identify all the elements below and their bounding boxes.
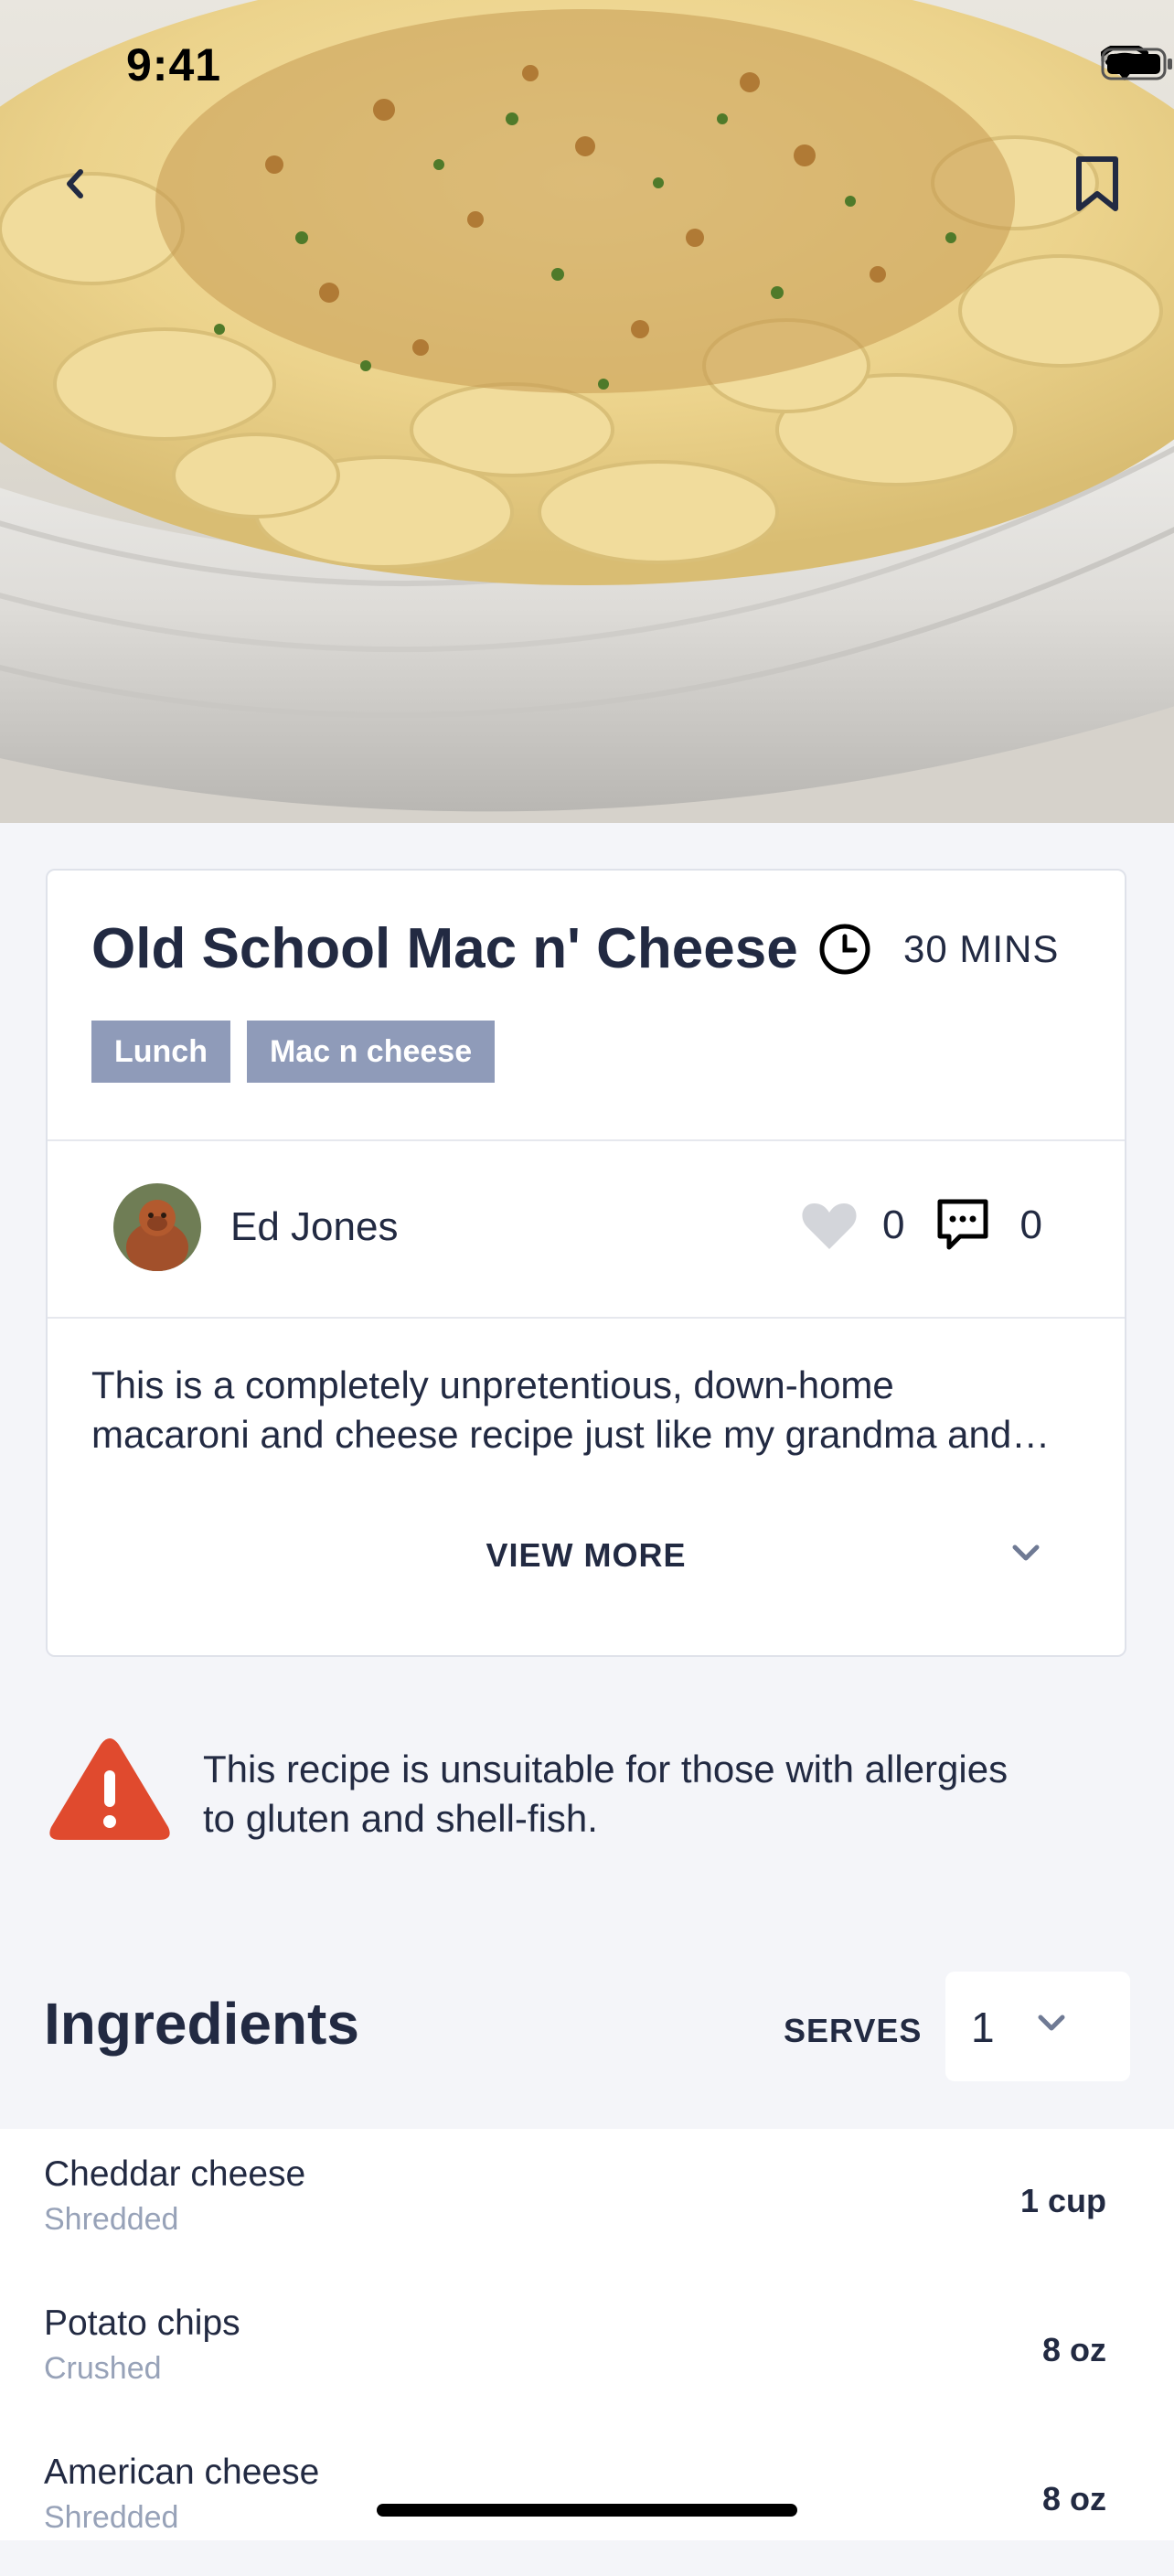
duration-text: 30 MINS	[903, 927, 1060, 970]
allergy-text: This recipe is unsuitable for those with…	[203, 1745, 1099, 1844]
serves-value: 1	[971, 2004, 995, 2051]
back-icon	[67, 169, 83, 198]
divider	[48, 1317, 1125, 1319]
ingredient-quantity: 1 cup	[1019, 2182, 1106, 2219]
tag-mac-n-cheese[interactable]: Mac n cheese	[246, 1021, 496, 1083]
bookmark-button[interactable]	[1070, 152, 1125, 216]
ingredient-note: Shredded	[44, 2202, 179, 2237]
engagement-stats: 0 0	[800, 1198, 1042, 1253]
ingredient-row[interactable]: Potato chips Crushed 8 oz	[0, 2278, 1174, 2427]
recipe-title: Old School Mac n' Cheese	[91, 917, 798, 980]
ingredient-row[interactable]: American cheese Shredded 8 oz	[0, 2427, 1174, 2576]
ingredients-header: Ingredients SERVES 1	[0, 1966, 1174, 2085]
status-time: 9:41	[126, 39, 222, 91]
bookmark-icon	[1076, 156, 1118, 211]
divider	[48, 1139, 1125, 1141]
home-indicator[interactable]	[377, 2504, 797, 2517]
author-name: Ed Jones	[230, 1204, 399, 1249]
allergy-line: This recipe is unsuitable for those with…	[203, 1748, 1009, 1790]
status-bar: 9:41	[0, 0, 1174, 128]
clock-icon	[819, 924, 870, 975]
recipe-description: This is a completely unpretentious, down…	[91, 1361, 1088, 1459]
ingredient-name: Cheddar cheese	[44, 2154, 306, 2194]
comment-icon[interactable]	[934, 1198, 991, 1253]
serves-select[interactable]: 1	[945, 1972, 1130, 2081]
tag-lunch[interactable]: Lunch	[91, 1021, 230, 1083]
view-more-button[interactable]: VIEW MORE	[48, 1529, 1125, 1584]
comments-count: 0	[1019, 1202, 1042, 1247]
heart-icon[interactable]	[800, 1200, 859, 1251]
recipe-card: Old School Mac n' Cheese 30 MINS Lunch M…	[46, 869, 1126, 1657]
allergy-line: to gluten and shell-fish.	[203, 1797, 598, 1840]
ingredient-quantity: 8 oz	[1041, 2480, 1106, 2517]
recipe-duration: 30 MINS	[817, 922, 1059, 977]
description-line: This is a completely unpretentious, down…	[91, 1363, 894, 1406]
ingredients-list: Cheddar cheese Shredded 1 cup Potato chi…	[0, 2129, 1174, 2540]
ingredient-name: Potato chips	[44, 2303, 240, 2343]
avatar	[113, 1183, 201, 1271]
chevron-down-icon	[1012, 1545, 1040, 1561]
ingredient-quantity: 8 oz	[1041, 2331, 1106, 2368]
warning-icon	[49, 1738, 170, 1840]
description-line: macaroni and cheese recipe just like my …	[91, 1413, 1051, 1456]
serves-label: SERVES	[784, 2012, 923, 2049]
ingredient-row[interactable]: Cheddar cheese Shredded 1 cup	[0, 2129, 1174, 2278]
hero-image: 9:41	[0, 0, 1174, 823]
author[interactable]: Ed Jones	[113, 1183, 398, 1271]
chevron-down-icon	[1038, 2015, 1065, 2031]
allergy-warning: This recipe is unsuitable for those with…	[48, 1736, 1126, 1845]
tag-list: Lunch Mac n cheese	[91, 1021, 496, 1083]
likes-count: 0	[882, 1202, 905, 1247]
ingredient-note: Shredded	[44, 2500, 179, 2535]
back-button[interactable]	[49, 152, 104, 216]
ingredients-title: Ingredients	[44, 1991, 359, 2057]
ingredient-name: American cheese	[44, 2453, 320, 2492]
ingredient-note: Crushed	[44, 2351, 162, 2386]
battery-icon	[1101, 48, 1172, 80]
view-more-label: VIEW MORE	[486, 1536, 687, 1574]
